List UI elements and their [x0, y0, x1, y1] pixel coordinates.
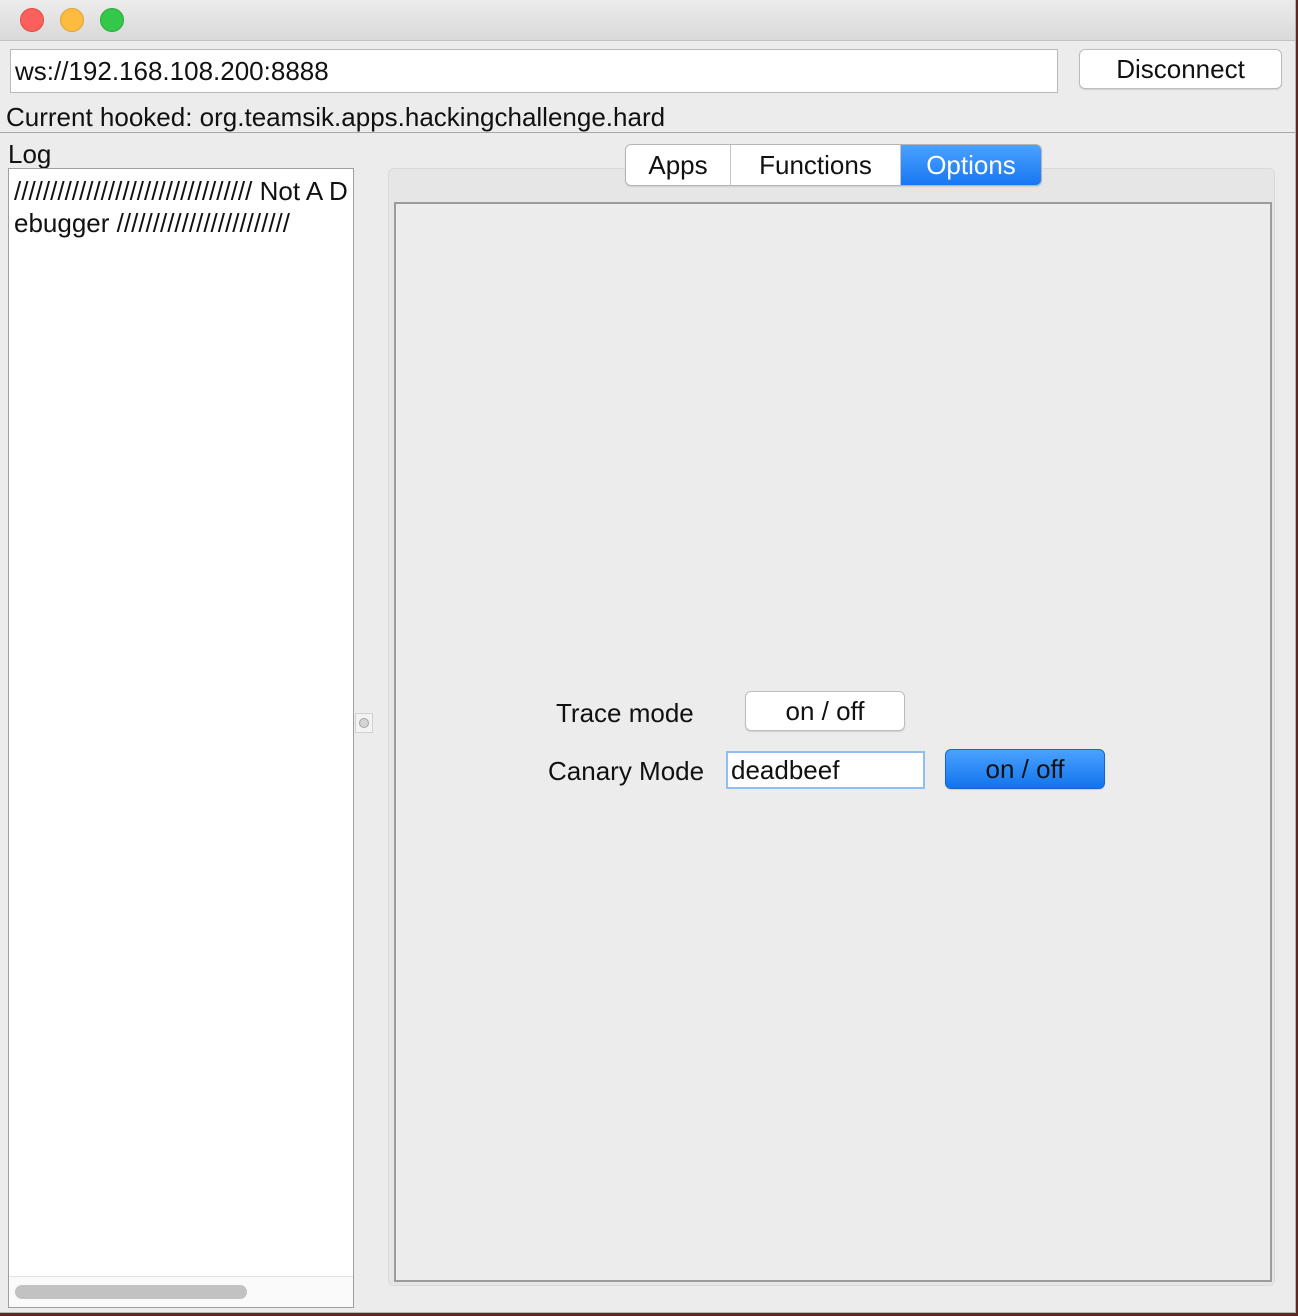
close-window-icon[interactable] [20, 8, 44, 32]
canary-mode-toggle-button[interactable]: on / off [945, 749, 1105, 789]
websocket-url-input[interactable]: ws://192.168.108.200:8888 [10, 49, 1058, 93]
trace-mode-label: Trace mode [556, 698, 694, 728]
log-horizontal-scrollbar[interactable] [9, 1276, 353, 1307]
canary-value-input[interactable]: deadbeef [726, 751, 925, 789]
trace-mode-toggle-button[interactable]: on / off [745, 691, 905, 731]
tab-functions[interactable]: Functions [731, 145, 901, 185]
disconnect-button[interactable]: Disconnect [1079, 49, 1282, 89]
scrollbar-thumb[interactable] [15, 1285, 247, 1299]
log-label: Log [8, 139, 52, 169]
title-bar [0, 0, 1295, 41]
canary-mode-label: Canary Mode [548, 756, 705, 786]
log-text-area[interactable]: ///////////////////////////////// Not A … [8, 168, 354, 1308]
app-window: ws://192.168.108.200:8888 Disconnect Cur… [0, 0, 1296, 1313]
grip-dot-icon [359, 718, 369, 728]
divider [0, 132, 1295, 133]
tab-apps[interactable]: Apps [626, 145, 731, 185]
minimize-window-icon[interactable] [60, 8, 84, 32]
options-panel [394, 202, 1272, 1282]
tab-bar: Apps Functions Options [625, 144, 1042, 186]
current-hooked-label: Current hooked: org.teamsik.apps.hacking… [6, 102, 666, 132]
log-text: ///////////////////////////////// Not A … [14, 176, 348, 238]
zoom-window-icon[interactable] [100, 8, 124, 32]
tab-options[interactable]: Options [901, 145, 1041, 185]
split-pane-handle[interactable] [355, 713, 373, 733]
